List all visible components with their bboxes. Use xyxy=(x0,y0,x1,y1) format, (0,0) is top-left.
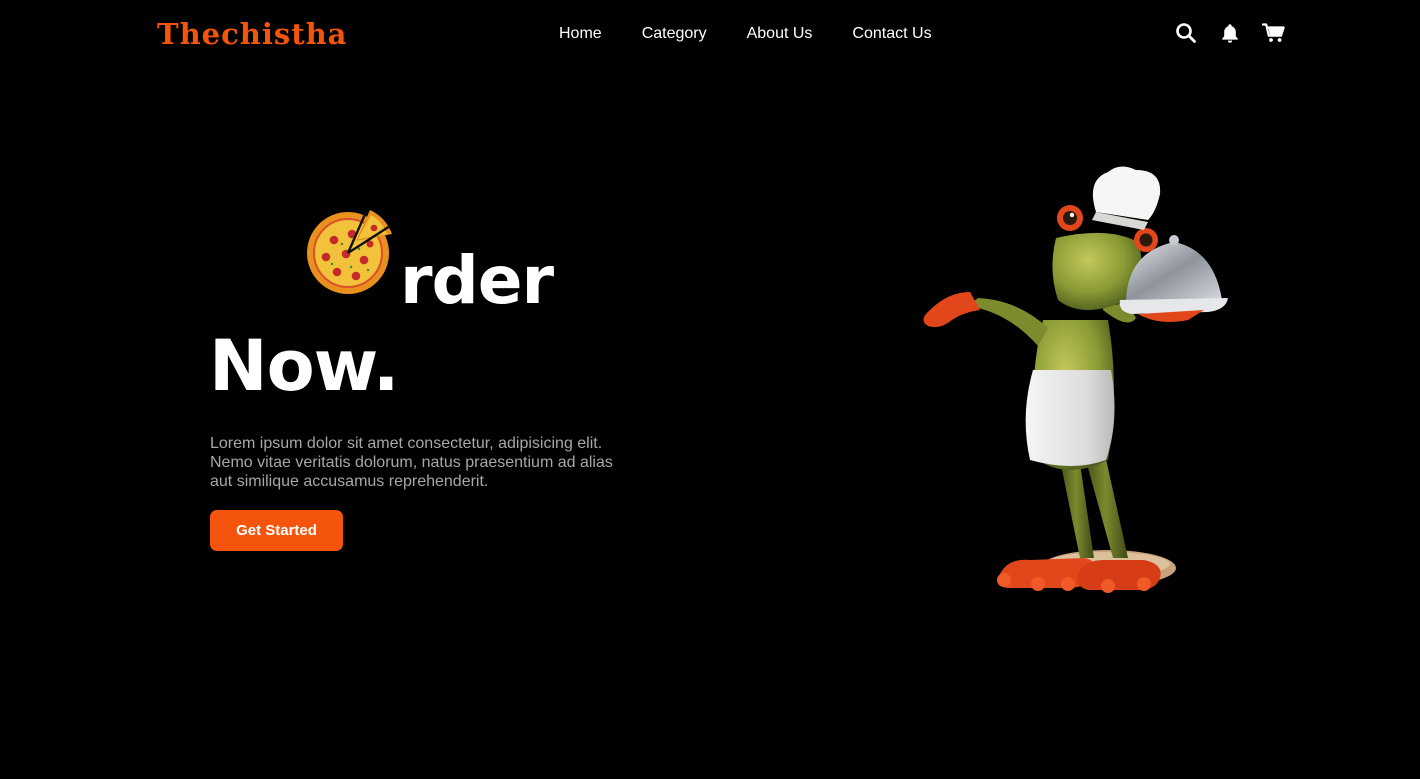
get-started-button[interactable]: Get Started xyxy=(210,510,343,551)
cart-icon[interactable] xyxy=(1262,21,1286,45)
search-icon[interactable] xyxy=(1174,21,1198,45)
hero-description: Lorem ipsum dolor sit amet consectetur, … xyxy=(210,435,613,490)
hero-headline-line2: Now. xyxy=(209,325,399,407)
nav-link-about-us[interactable]: About Us xyxy=(747,22,813,46)
pizza-icon xyxy=(307,210,392,294)
brand-logo[interactable]: Thechistha xyxy=(157,12,347,56)
frog-chef-image xyxy=(923,166,1228,593)
nav-links: Home Category About Us Contact Us xyxy=(559,22,932,46)
nav-link-category[interactable]: Category xyxy=(642,22,707,46)
bell-icon[interactable] xyxy=(1218,21,1242,45)
nav-icons xyxy=(1174,21,1286,45)
hero-headline-line1: rder xyxy=(400,242,554,319)
nav-link-home[interactable]: Home xyxy=(559,22,602,46)
nav-link-contact-us[interactable]: Contact Us xyxy=(852,22,931,46)
